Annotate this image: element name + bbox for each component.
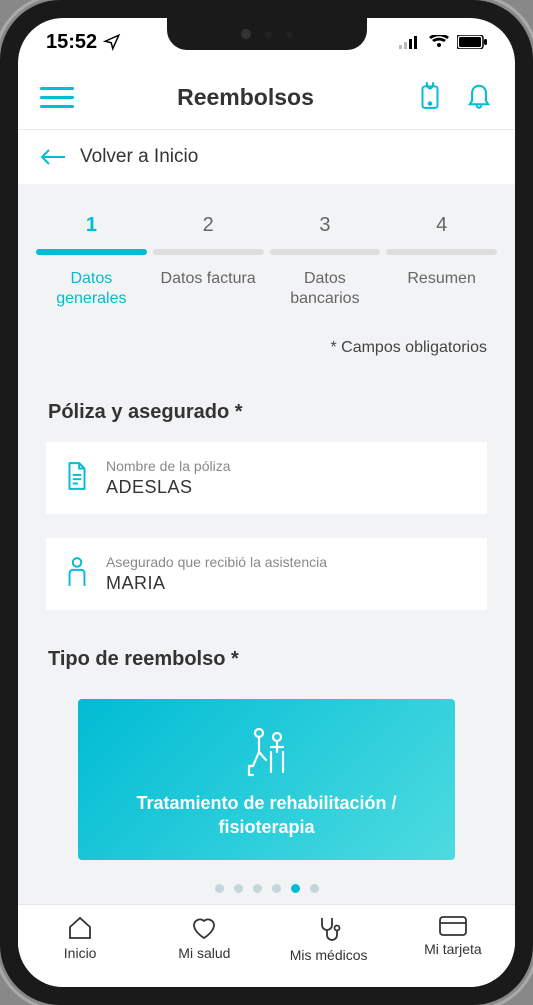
person-icon <box>64 556 90 593</box>
phone-frame: 15:52 Reembolsos <box>0 0 533 1005</box>
dot-3[interactable] <box>253 884 262 893</box>
dot-2[interactable] <box>234 884 243 893</box>
nav-mi-salud[interactable]: Mi salud <box>142 915 266 963</box>
nav-mi-tarjeta[interactable]: Mi tarjeta <box>391 915 515 963</box>
step-4[interactable]: 4 Resumen <box>386 214 497 309</box>
section-title-reimbtype: Tipo de reembolso * <box>18 634 515 689</box>
section-title-policy: Póliza y asegurado * <box>18 387 515 442</box>
step-3[interactable]: 3 Datos bancarios <box>270 214 381 309</box>
location-icon <box>103 33 121 51</box>
status-time: 15:52 <box>46 31 97 54</box>
document-icon <box>64 461 90 496</box>
nav-inicio[interactable]: Inicio <box>18 915 142 963</box>
step-2[interactable]: 2 Datos factura <box>153 214 264 309</box>
stepper: 1 Datos generales 2 Datos factura 3 Dato… <box>18 184 515 329</box>
phone-screen: 15:52 Reembolsos <box>18 18 515 987</box>
app-header: Reembolsos <box>18 66 515 130</box>
content-area: 1 Datos generales 2 Datos factura 3 Dato… <box>18 184 515 904</box>
stethoscope-icon <box>315 915 343 943</box>
dot-6[interactable] <box>310 884 319 893</box>
insured-label: Asegurado que recibió la asistencia <box>106 554 469 570</box>
physiotherapy-icon <box>96 723 437 779</box>
reimbursement-type-card[interactable]: Tratamiento de rehabilitación / fisioter… <box>78 699 455 860</box>
signal-icon <box>399 35 421 49</box>
nav-mis-medicos[interactable]: Mis médicos <box>267 915 391 963</box>
page-title: Reembolsos <box>74 84 417 111</box>
wifi-icon <box>429 35 449 49</box>
policy-label: Nombre de la póliza <box>106 458 469 474</box>
telehealth-icon[interactable] <box>417 80 443 115</box>
arrow-left-icon <box>40 148 66 166</box>
dot-5[interactable] <box>291 884 300 893</box>
home-icon <box>66 915 94 941</box>
dot-1[interactable] <box>215 884 224 893</box>
bell-icon[interactable] <box>465 80 493 115</box>
step-1[interactable]: 1 Datos generales <box>36 214 147 309</box>
policy-name-field[interactable]: Nombre de la póliza ADESLAS <box>46 442 487 514</box>
dot-4[interactable] <box>272 884 281 893</box>
reimbursement-type-label: Tratamiento de rehabilitación / fisioter… <box>96 791 437 840</box>
back-label: Volver a Inicio <box>80 146 198 168</box>
card-icon <box>438 915 468 937</box>
required-fields-note: * Campos obligatorios <box>18 329 515 387</box>
bottom-nav: Inicio Mi salud Mis médicos Mi tarjeta <box>18 904 515 987</box>
policy-value: ADESLAS <box>106 477 469 498</box>
menu-button[interactable] <box>40 81 74 114</box>
insured-person-field[interactable]: Asegurado que recibió la asistencia MARI… <box>46 538 487 610</box>
insured-value: MARIA <box>106 573 469 594</box>
battery-icon <box>457 35 487 49</box>
heart-icon <box>190 915 218 941</box>
notch <box>167 18 367 50</box>
carousel-dots[interactable] <box>18 874 515 904</box>
back-button[interactable]: Volver a Inicio <box>18 130 515 184</box>
